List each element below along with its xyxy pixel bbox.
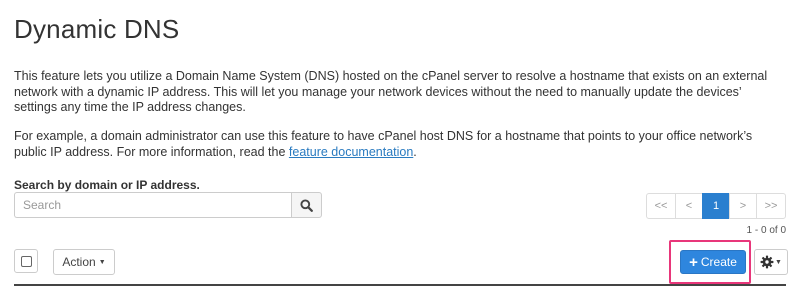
example-text-end: . [413,144,417,159]
checkbox-box [20,255,32,267]
create-button[interactable]: + Create [680,250,746,274]
search-input[interactable] [14,192,291,218]
page-prev-button[interactable]: < [675,193,703,219]
create-label: Create [700,255,737,269]
feature-documentation-link[interactable]: feature documentation [289,145,413,159]
caret-down-icon: ▼ [98,258,106,266]
example-paragraph: For example, a domain administrator can … [14,129,786,160]
page-current-button[interactable]: 1 [702,193,730,219]
pagination: << < 1 > >> [646,193,786,219]
search-group [14,192,322,218]
table-top-divider [14,284,786,286]
page-title: Dynamic DNS [14,14,180,44]
action-label: Action [62,255,96,269]
caret-down-icon: ▼ [775,258,782,266]
page-first-button[interactable]: << [646,193,676,219]
select-all-checkbox[interactable] [14,249,38,273]
page-next-button[interactable]: > [729,193,757,219]
gear-icon [760,255,774,269]
search-button[interactable] [291,192,322,218]
plus-icon: + [689,253,698,271]
intro-paragraph: This feature lets you utilize a Domain N… [14,69,768,114]
search-icon [300,198,313,212]
settings-dropdown-button[interactable]: ▼ [754,249,788,275]
results-count: 1 - 0 of 0 [746,225,786,236]
action-dropdown-button[interactable]: Action ▼ [53,249,115,275]
page: Dynamic DNS This feature lets you utiliz… [0,0,800,287]
page-last-button[interactable]: >> [756,193,786,219]
search-label: Search by domain or IP address. [14,178,200,192]
